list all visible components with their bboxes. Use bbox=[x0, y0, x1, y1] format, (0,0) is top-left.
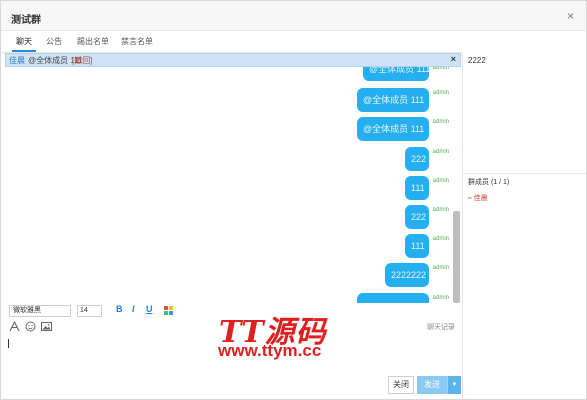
notice-recall-link[interactable]: [撤回] bbox=[72, 55, 92, 66]
message-sender: admin bbox=[432, 149, 449, 155]
group-chat-window: 测试群 × 聊天 公告 踢出名单 禁言名单 佳晨 @全体成员 111 [撤回] … bbox=[0, 0, 587, 400]
pinned-notice-bar: 佳晨 @全体成员 111 [撤回] × bbox=[5, 53, 461, 67]
message-bubble[interactable]: @全体成员 111 bbox=[357, 117, 429, 141]
tab-bar: 聊天 公告 踢出名单 禁言名单 bbox=[1, 31, 462, 53]
font-size-select[interactable]: 14 bbox=[77, 305, 102, 317]
bold-button[interactable]: B bbox=[116, 304, 123, 314]
tab-chat[interactable]: 聊天 bbox=[16, 36, 32, 47]
message-bubble[interactable]: 111 bbox=[405, 234, 429, 258]
text-caret bbox=[8, 339, 9, 348]
send-button[interactable]: 发送 bbox=[417, 376, 447, 394]
message-bubble[interactable]: 111 bbox=[405, 176, 429, 200]
underline-button[interactable]: U bbox=[146, 304, 153, 314]
italic-button[interactable]: I bbox=[132, 304, 135, 314]
notice-sender-name[interactable]: 佳晨 bbox=[9, 55, 25, 66]
member-role-icon: ━ bbox=[468, 196, 472, 202]
image-icon[interactable] bbox=[41, 321, 52, 332]
message-bubble[interactable]: 222 bbox=[405, 147, 429, 171]
message-sender: admin bbox=[432, 295, 449, 301]
titlebar: 测试群 × bbox=[1, 1, 586, 31]
members-title: 群成员 (1 / 1) bbox=[468, 179, 510, 186]
side-panel: 2222 群成员 (1 / 1) ━ 佳晨 bbox=[462, 53, 587, 399]
message-bubble[interactable]: 222 bbox=[405, 205, 429, 229]
close-button[interactable]: 关闭 bbox=[388, 376, 414, 394]
member-item[interactable]: ━ 佳晨 bbox=[468, 193, 488, 203]
chat-scrollbar[interactable] bbox=[453, 211, 460, 303]
tab-muted-list[interactable]: 禁言名单 bbox=[121, 36, 153, 47]
message-bubble[interactable]: 2222222 bbox=[385, 263, 429, 287]
font-icon[interactable] bbox=[9, 320, 20, 332]
message-bubble[interactable]: @全体成员 111 bbox=[357, 88, 429, 112]
window-title: 测试群 bbox=[11, 15, 41, 26]
member-name: 佳晨 bbox=[473, 195, 488, 202]
font-family-select[interactable]: 微软雅黑 bbox=[9, 305, 71, 317]
notice-close-icon[interactable]: × bbox=[451, 54, 456, 64]
color-palette-icon[interactable] bbox=[164, 306, 173, 315]
message-sender: admin bbox=[432, 119, 449, 125]
message-sender: admin bbox=[432, 265, 449, 271]
chat-history-link[interactable]: 聊天记录 bbox=[427, 322, 455, 332]
close-icon[interactable]: × bbox=[567, 9, 574, 23]
emoji-icon[interactable] bbox=[25, 321, 36, 332]
tab-kicked-list[interactable]: 踢出名单 bbox=[77, 36, 109, 47]
active-tab-indicator bbox=[12, 50, 36, 52]
message-sender: admin bbox=[432, 178, 449, 184]
message-sender: admin bbox=[432, 90, 449, 96]
message-sender: admin bbox=[432, 67, 449, 71]
message-sender: admin bbox=[432, 207, 449, 213]
group-announcement-text: 2222 bbox=[468, 56, 486, 65]
side-divider bbox=[463, 173, 587, 174]
message-bubble[interactable] bbox=[357, 293, 429, 303]
tab-announcement[interactable]: 公告 bbox=[46, 36, 62, 47]
message-sender: admin bbox=[432, 236, 449, 242]
send-options-dropdown[interactable]: ▼ bbox=[447, 376, 461, 394]
watermark-url: www.ttym.cc bbox=[218, 341, 322, 360]
chat-message-area[interactable]: @全体成员 111 admin @全体成员 111 admin @全体成员 11… bbox=[5, 67, 461, 303]
message-bubble[interactable]: @全体成员 111 bbox=[363, 67, 430, 81]
